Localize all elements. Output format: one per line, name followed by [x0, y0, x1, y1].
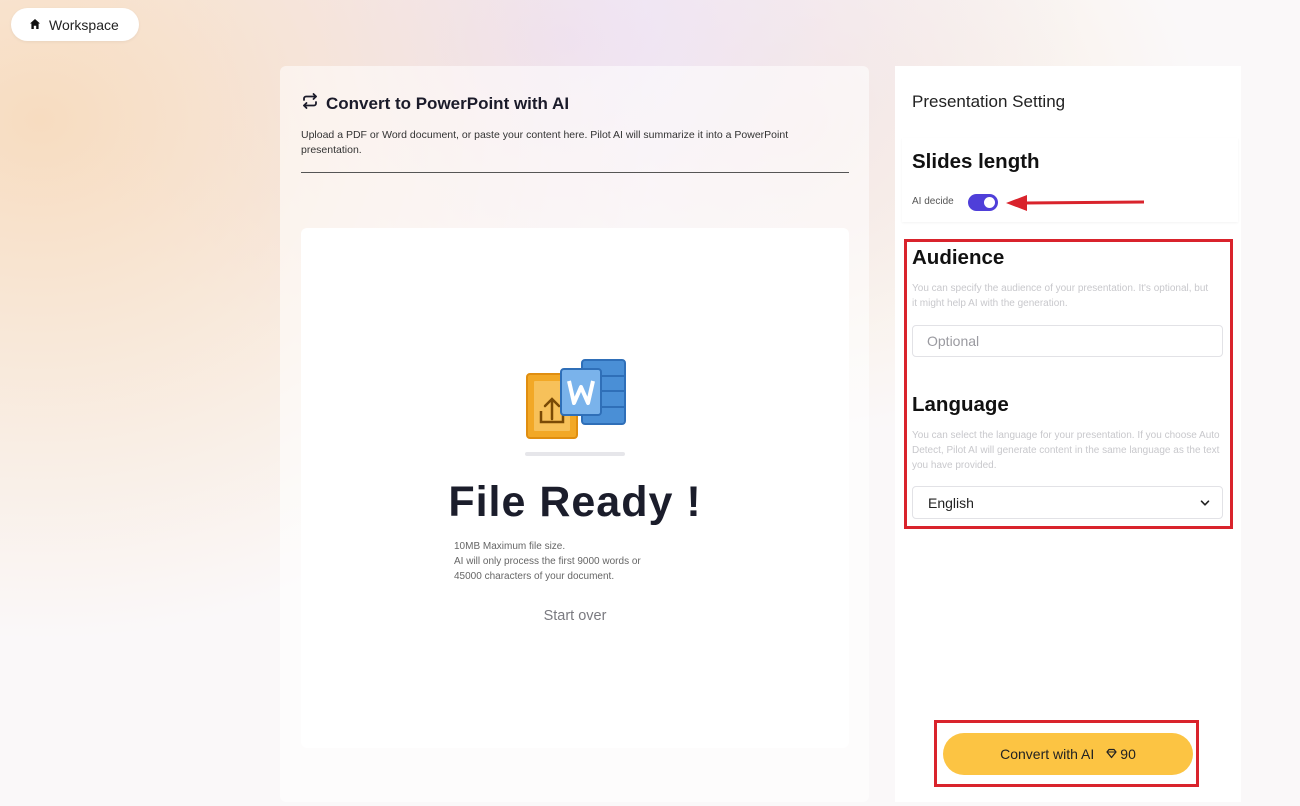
convert-with-ai-button[interactable]: Convert with AI 90 — [943, 733, 1193, 775]
toggle-knob — [984, 197, 995, 208]
workspace-button[interactable]: Workspace — [11, 8, 139, 41]
upload-area[interactable]: File Ready ! 10MB Maximum file size. AI … — [301, 228, 849, 748]
workspace-label: Workspace — [49, 16, 119, 33]
note-line: 10MB Maximum file size. — [454, 541, 566, 552]
credit-cost: 90 — [1106, 746, 1136, 762]
annotation-arrow — [1006, 195, 1145, 211]
audience-description: You can specify the audience of your pre… — [912, 283, 1209, 309]
divider — [301, 172, 849, 173]
diamond-icon — [1106, 746, 1117, 762]
language-value: English — [928, 494, 974, 511]
start-over-link[interactable]: Start over — [301, 608, 849, 624]
slides-length-title: Slides length — [912, 150, 1040, 173]
ai-decide-label: AI decide — [912, 196, 954, 207]
file-notes: 10MB Maximum file size. AI will only pro… — [454, 539, 714, 584]
file-ready-heading: File Ready ! — [448, 478, 702, 526]
panel-header: Convert to PowerPoint with AI — [301, 92, 569, 115]
ai-decide-toggle[interactable] — [968, 194, 998, 211]
convert-arrows-icon — [301, 92, 319, 115]
icon-shadow — [525, 452, 625, 456]
note-line: AI will only process the first 9000 word… — [454, 556, 641, 567]
convert-panel: Convert to PowerPoint with AI Upload a P… — [280, 66, 869, 802]
chevron-down-icon — [1200, 495, 1210, 511]
audience-title: Audience — [912, 246, 1005, 269]
audience-input[interactable] — [912, 325, 1223, 357]
panel-title: Convert to PowerPoint with AI — [326, 93, 570, 113]
settings-title: Presentation Setting — [912, 92, 1066, 111]
note-line: 45000 characters of your document. — [454, 571, 615, 582]
language-description: You can select the language for your pre… — [912, 430, 1220, 471]
word-upload-icon — [524, 359, 628, 459]
home-icon — [29, 17, 41, 33]
panel-description: Upload a PDF or Word document, or paste … — [301, 129, 789, 156]
language-title: Language — [912, 393, 1009, 416]
convert-label: Convert with AI — [1000, 746, 1095, 762]
credit-value: 90 — [1120, 746, 1136, 762]
language-select[interactable]: English — [912, 486, 1223, 519]
